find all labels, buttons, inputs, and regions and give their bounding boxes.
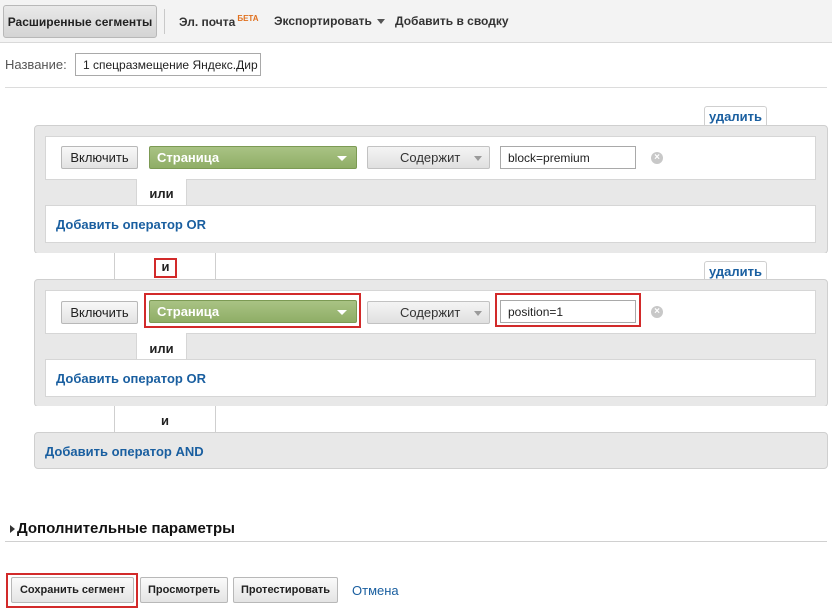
- cancel-link[interactable]: Отмена: [352, 583, 399, 598]
- email-button[interactable]: Эл. почта БЕТА: [179, 14, 259, 29]
- include-button[interactable]: Включить: [61, 301, 138, 324]
- beta-badge: БЕТА: [237, 14, 259, 23]
- email-label: Эл. почта: [179, 15, 236, 29]
- operator-select[interactable]: Содержит: [367, 146, 490, 169]
- test-button[interactable]: Протестировать: [233, 577, 338, 603]
- chevron-down-icon: [337, 156, 347, 161]
- dimension-select[interactable]: Страница: [149, 146, 357, 169]
- operator-label: Содержит: [400, 305, 461, 320]
- or-connector-label: или: [149, 186, 174, 201]
- delete-condition-1-link[interactable]: удалить: [704, 106, 767, 126]
- spacer: [34, 253, 114, 279]
- and-connector-label: и: [161, 413, 169, 428]
- clear-icon[interactable]: ×: [651, 306, 663, 318]
- spacer: [216, 406, 828, 433]
- dimension-select[interactable]: Страница: [149, 300, 357, 323]
- divider: [5, 87, 827, 88]
- segment-name-label: Название:: [5, 57, 67, 72]
- advanced-segments-tab[interactable]: Расширенные сегменты: [3, 5, 157, 38]
- and-connector-label: и: [161, 259, 170, 274]
- export-menu-button[interactable]: Экспортировать: [274, 14, 385, 28]
- toolbar-divider: [164, 9, 165, 34]
- clear-icon[interactable]: ×: [651, 152, 663, 164]
- divider: [5, 541, 827, 542]
- add-or-operator-link[interactable]: Добавить оператор OR: [56, 217, 206, 232]
- condition-value-input[interactable]: position=1: [500, 300, 636, 323]
- segment-name-input[interactable]: 1 спецразмещение Яндекс.Дир: [75, 53, 261, 76]
- include-button[interactable]: Включить: [61, 146, 138, 169]
- chevron-down-icon: [474, 156, 482, 161]
- chevron-down-icon: [474, 311, 482, 316]
- preview-button[interactable]: Просмотреть: [140, 577, 228, 603]
- export-label: Экспортировать: [274, 14, 372, 28]
- expand-arrow-icon[interactable]: [10, 525, 15, 533]
- dimension-label: Страница: [157, 150, 220, 165]
- condition-value-input[interactable]: block=premium: [500, 146, 636, 169]
- or-connector-label: или: [149, 341, 174, 356]
- add-or-operator-link[interactable]: Добавить оператор OR: [56, 371, 206, 386]
- operator-select[interactable]: Содержит: [367, 301, 490, 324]
- chevron-down-icon: [376, 19, 385, 25]
- add-to-summary-button[interactable]: Добавить в сводку: [395, 14, 509, 28]
- advanced-params-toggle[interactable]: Дополнительные параметры: [17, 520, 235, 537]
- spacer: [34, 406, 114, 433]
- operator-label: Содержит: [400, 150, 461, 165]
- add-and-operator-link[interactable]: Добавить оператор AND: [45, 444, 204, 459]
- dimension-label: Страница: [157, 304, 220, 319]
- save-segment-button[interactable]: Сохранить сегмент: [11, 577, 134, 603]
- chevron-down-icon: [337, 310, 347, 315]
- delete-condition-2-link[interactable]: удалить: [704, 261, 767, 281]
